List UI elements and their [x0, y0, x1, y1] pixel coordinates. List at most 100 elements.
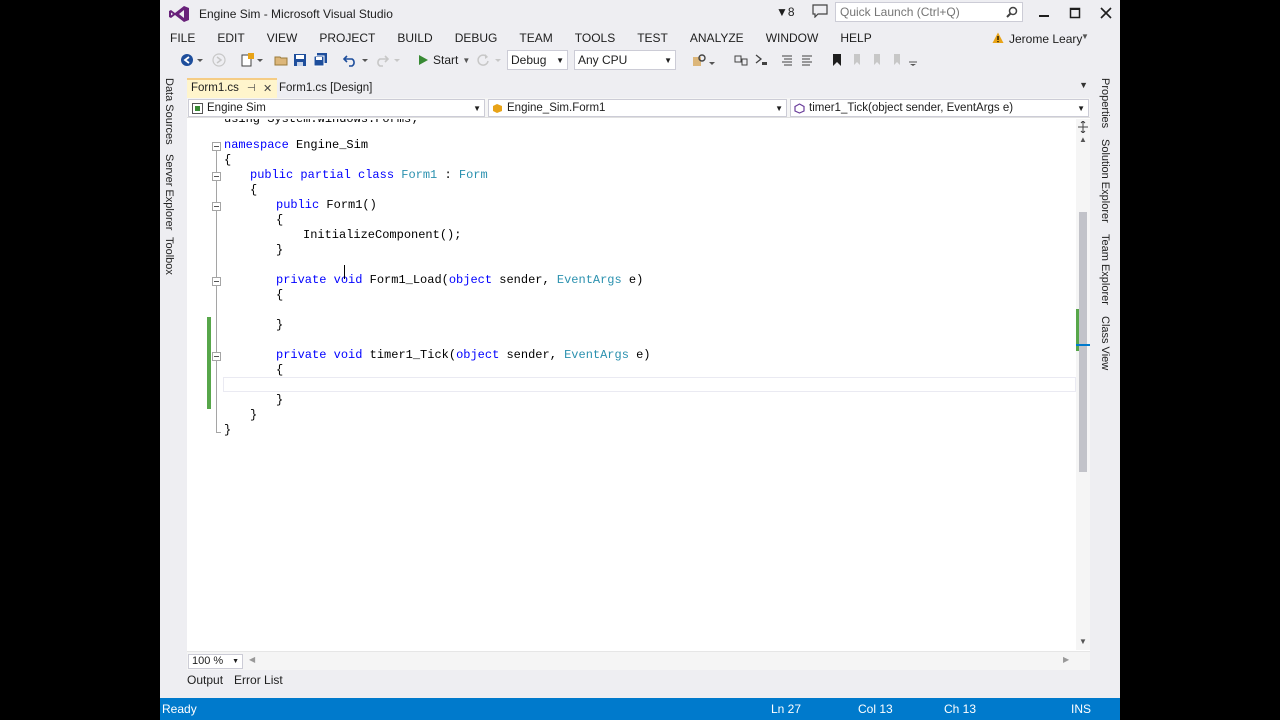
search-icon[interactable]: [1006, 6, 1018, 18]
uncomment-icon[interactable]: [800, 53, 814, 67]
chevron-down-icon[interactable]: [393, 53, 401, 67]
chevron-down-icon: ▼: [775, 104, 783, 113]
save-all-icon[interactable]: [314, 53, 328, 67]
tab-error-list[interactable]: Error List: [234, 673, 283, 695]
status-message: Ready: [162, 702, 197, 716]
chevron-down-icon[interactable]: ▼: [1081, 32, 1089, 41]
menu-file[interactable]: FILE: [170, 29, 195, 47]
collapse-namespace-icon[interactable]: [212, 142, 221, 151]
menu-tools[interactable]: TOOLS: [575, 29, 615, 47]
menu-debug[interactable]: DEBUG: [455, 29, 498, 47]
scroll-left-icon[interactable]: ◀: [249, 655, 255, 664]
keyword: private: [276, 348, 327, 362]
open-file-icon[interactable]: [274, 53, 288, 67]
code-line-timer1-tick: private void timer1_Tick(object sender, …: [224, 348, 651, 363]
solution-platform-select[interactable]: Any CPU ▼: [574, 50, 676, 70]
tab-form1-cs[interactable]: Form1.cs ⊣ ✕: [187, 78, 277, 98]
snippet-icon[interactable]: [754, 53, 768, 67]
start-debugging-button[interactable]: Start ▼: [417, 51, 470, 69]
navigate-forward-icon[interactable]: [212, 53, 226, 67]
chevron-down-icon[interactable]: [494, 53, 502, 67]
toolbar-options-icon[interactable]: [908, 53, 918, 67]
collapse-constructor-icon[interactable]: [212, 202, 221, 211]
split-window-icon[interactable]: [1078, 121, 1088, 133]
code-line-class-close: }: [250, 408, 258, 422]
vertical-scrollbar[interactable]: ▲ ▼: [1076, 119, 1090, 650]
scroll-right-icon[interactable]: ▶: [1063, 655, 1069, 664]
refresh-icon[interactable]: [476, 53, 490, 67]
find-in-files-icon[interactable]: [692, 53, 706, 67]
dock-tab-solution-explorer[interactable]: Solution Explorer: [1099, 139, 1111, 223]
dock-tab-class-view[interactable]: Class View: [1099, 316, 1111, 370]
solution-configuration-select[interactable]: Debug ▼: [507, 50, 568, 70]
code-line-namespace-open: {: [224, 153, 232, 167]
chevron-down-icon[interactable]: [708, 53, 716, 67]
menu-build[interactable]: BUILD: [397, 29, 432, 47]
zoom-level-select[interactable]: 100 % ▼: [188, 654, 243, 669]
identifier: timer1_Tick(: [362, 348, 457, 362]
tab-output[interactable]: Output: [187, 673, 223, 695]
navigate-back-icon[interactable]: [180, 53, 194, 67]
undo-icon[interactable]: [343, 53, 357, 67]
bottom-tool-tabs: Output Error List: [187, 673, 283, 695]
collapse-form1-load-icon[interactable]: [212, 277, 221, 286]
menu-view[interactable]: VIEW: [267, 29, 298, 47]
code-line-load-close: }: [276, 318, 284, 332]
tab-list-menu-icon[interactable]: ▼: [1079, 80, 1088, 90]
new-project-icon[interactable]: [240, 53, 254, 67]
notifications-button[interactable]: ▼8: [776, 5, 795, 19]
menu-test[interactable]: TEST: [637, 29, 668, 47]
close-icon[interactable]: [1095, 4, 1117, 22]
identifier: sender,: [492, 273, 557, 287]
change-tracking-bar: [207, 317, 211, 409]
chevron-down-icon[interactable]: [361, 53, 369, 67]
clear-bookmarks-icon[interactable]: [890, 53, 904, 67]
identifier: e): [628, 348, 651, 362]
type-dropdown[interactable]: Engine_Sim.Form1 ▼: [488, 99, 787, 117]
feedback-icon[interactable]: [812, 4, 828, 18]
code-line-constructor: public Form1(): [224, 198, 377, 213]
chevron-down-icon[interactable]: [196, 53, 204, 67]
redo-icon[interactable]: [375, 53, 389, 67]
collapse-timer1-tick-icon[interactable]: [212, 352, 221, 361]
menu-edit[interactable]: EDIT: [217, 29, 244, 47]
maximize-icon[interactable]: [1064, 4, 1086, 22]
dock-tab-toolbox[interactable]: Toolbox: [163, 237, 175, 275]
collapse-class-icon[interactable]: [212, 172, 221, 181]
dock-tab-properties[interactable]: Properties: [1099, 78, 1111, 128]
dock-tab-data-sources[interactable]: Data Sources: [163, 78, 175, 145]
pin-icon[interactable]: ⊣: [247, 83, 256, 94]
menu-project[interactable]: PROJECT: [319, 29, 375, 47]
menu-analyze[interactable]: ANALYZE: [690, 29, 744, 47]
quick-launch-input[interactable]: [836, 3, 996, 21]
chevron-down-icon[interactable]: [256, 53, 264, 67]
project-dropdown[interactable]: Engine Sim ▼: [188, 99, 485, 117]
save-icon[interactable]: [293, 53, 307, 67]
scroll-up-icon[interactable]: ▲: [1079, 135, 1087, 144]
minimize-icon[interactable]: [1033, 4, 1055, 22]
csharp-project-icon: [192, 103, 203, 114]
menu-bar: FILE EDIT VIEW PROJECT BUILD DEBUG TEAM …: [170, 29, 894, 47]
menu-team[interactable]: TEAM: [519, 29, 552, 47]
quick-launch-box[interactable]: [835, 2, 1023, 22]
code-line-ctor-close: }: [276, 243, 284, 257]
class-diagram-icon[interactable]: [734, 53, 748, 67]
scroll-down-icon[interactable]: ▼: [1079, 637, 1087, 646]
zoom-value: 100 %: [192, 655, 224, 667]
member-dropdown[interactable]: timer1_Tick(object sender, EventArgs e) …: [790, 99, 1089, 117]
close-icon[interactable]: ✕: [263, 82, 272, 95]
bookmark-icon[interactable]: [830, 53, 844, 67]
start-label: Start: [433, 53, 459, 67]
dock-tab-team-explorer[interactable]: Team Explorer: [1099, 234, 1111, 305]
previous-bookmark-icon[interactable]: [850, 53, 864, 67]
menu-help[interactable]: HELP: [840, 29, 871, 47]
scrollbar-thumb[interactable]: [1079, 212, 1087, 472]
account-name[interactable]: Jerome Leary: [1009, 32, 1082, 46]
tab-form1-design[interactable]: Form1.cs [Design]: [279, 82, 372, 94]
dock-tab-server-explorer[interactable]: Server Explorer: [163, 154, 175, 230]
code-text-area[interactable]: using System.Windows.Forms; namespace En…: [187, 119, 1076, 651]
status-insert-mode: INS: [1071, 702, 1092, 716]
menu-window[interactable]: WINDOW: [766, 29, 819, 47]
comment-out-icon[interactable]: [780, 53, 794, 67]
next-bookmark-icon[interactable]: [870, 53, 884, 67]
